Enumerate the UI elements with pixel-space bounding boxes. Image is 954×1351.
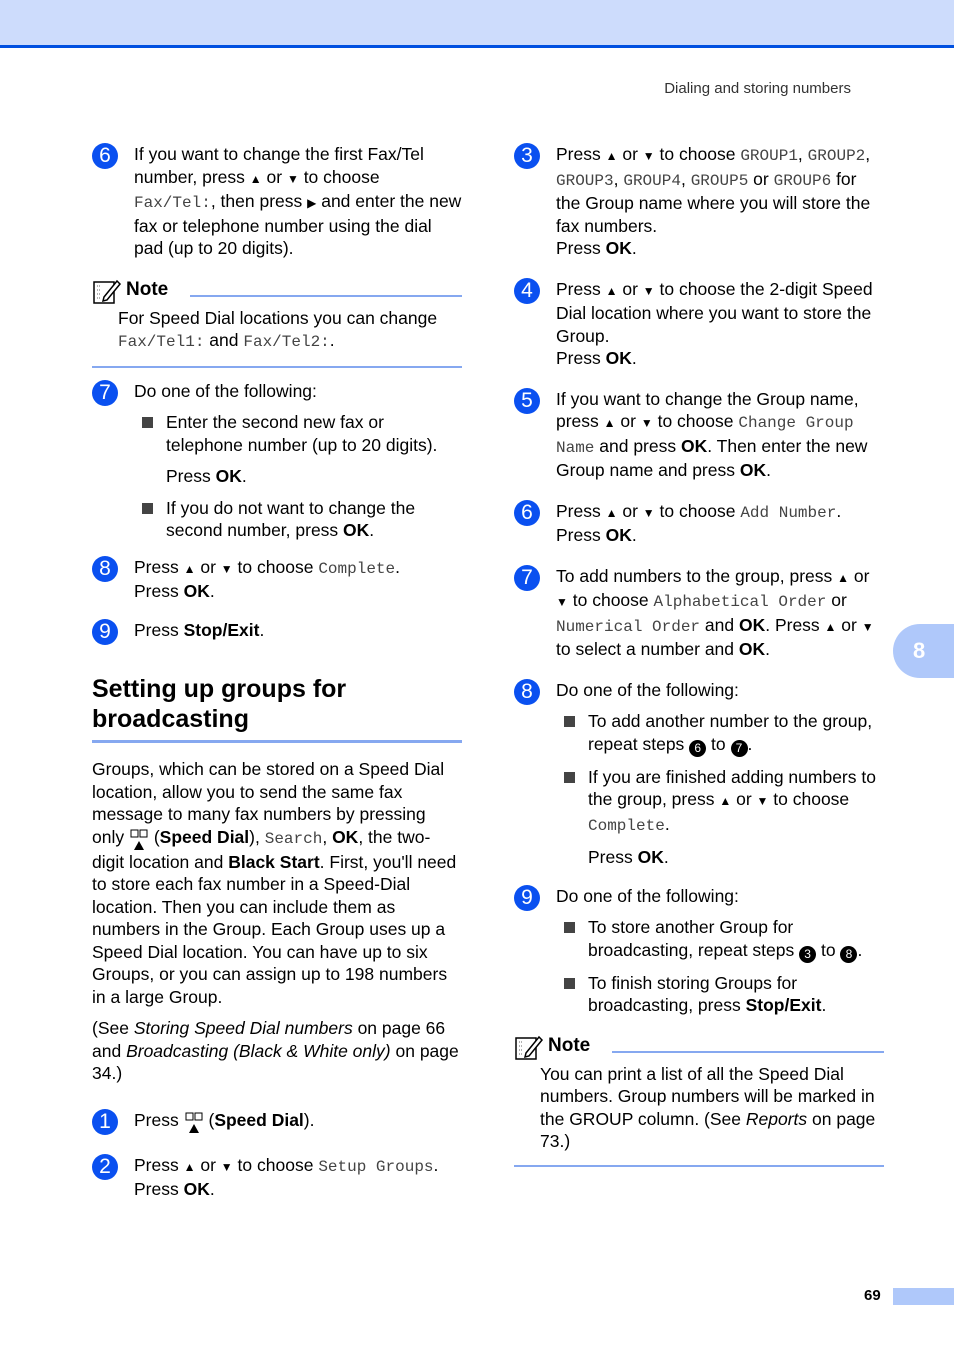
up-arrow-icon: ▲ <box>837 570 850 585</box>
step-number-badge: 9 <box>514 884 540 911</box>
cross-reference-link[interactable]: Storing Speed Dial numbers <box>134 1018 353 1038</box>
step-number-badge: 3 <box>514 143 540 169</box>
bullet-item: To add another number to the group, repe… <box>562 710 884 757</box>
step-number-badge: 8 <box>92 555 118 582</box>
down-arrow-icon: ▼ <box>642 505 655 520</box>
right-arrow-icon: ▶ <box>307 196 317 210</box>
left-column: 6 If you want to change the first Fax/Te… <box>92 143 462 1201</box>
step-9: 9 Do one of the following: <box>514 884 884 911</box>
intro-paragraph: Groups, which can be stored on a Speed D… <box>92 759 457 1007</box>
step-4: 4 Press ▲ or ▼ to choose the 2-digit Spe… <box>514 277 884 370</box>
down-arrow-icon: ▼ <box>220 1159 233 1174</box>
step-ref-badge: 3 <box>799 945 817 963</box>
down-arrow-icon: ▼ <box>640 416 653 430</box>
note-title: Note <box>126 279 169 301</box>
step-7: 7 To add numbers to the group, press ▲ o… <box>514 564 884 661</box>
step-9: 9 Press Stop/Exit. <box>92 618 462 645</box>
note-pencil-icon <box>93 279 122 304</box>
step-5: 5 If you want to change the Group name, … <box>514 387 884 482</box>
right-column: 3 Press ▲ or ▼ to choose GROUP1, GROUP2,… <box>514 143 884 1167</box>
note-rule <box>612 1050 884 1053</box>
step-number-badge: 2 <box>92 1153 118 1180</box>
cross-reference-link[interactable]: Reports <box>746 1109 807 1129</box>
step-number-badge: 4 <box>514 277 540 304</box>
step-1: 1 Press (Speed Dial). <box>92 1108 462 1135</box>
step-number-badge: 5 <box>514 387 540 414</box>
down-arrow-icon: ▼ <box>861 619 874 634</box>
note-pencil-icon <box>515 1035 544 1060</box>
note-title: Note <box>548 1035 591 1057</box>
note-box: Note You can print a list of all the Spe… <box>514 1033 884 1167</box>
bullet-item: To store another Group for broadcasting,… <box>562 916 884 963</box>
chapter-tab: 8 <box>893 624 954 678</box>
down-arrow-icon: ▼ <box>756 794 769 808</box>
down-arrow-icon: ▼ <box>642 149 655 163</box>
see-also-paragraph: (See Storing Speed Dial numbers on page … <box>92 1018 459 1083</box>
step-number-badge: 1 <box>92 1108 118 1135</box>
page-number: 69 <box>864 1287 881 1304</box>
step-7: 7 Do one of the following: <box>92 379 462 406</box>
bullet-item: Enter the second new fax or telephone nu… <box>140 411 462 456</box>
step-number-badge: 6 <box>514 499 540 526</box>
running-head: Dialing and storing numbers <box>664 80 851 97</box>
up-arrow-icon: ▲ <box>183 561 196 576</box>
step-2: 2 Press ▲ or ▼ to choose Setup Groups. Pr… <box>92 1153 462 1201</box>
step-3: 3 Press ▲ or ▼ to choose GROUP1, GROUP2,… <box>514 143 884 260</box>
down-arrow-icon: ▼ <box>286 171 299 186</box>
up-arrow-icon: ▲ <box>183 1159 196 1174</box>
up-arrow-icon: ▲ <box>719 794 732 808</box>
bullet-item: To finish storing Groups for broadcastin… <box>562 972 884 1017</box>
step-number-badge: 6 <box>92 143 118 169</box>
down-arrow-icon: ▼ <box>220 561 233 576</box>
up-arrow-icon: ▲ <box>249 171 262 186</box>
up-arrow-icon: ▲ <box>605 505 618 520</box>
section-title: Setting up groups for broadcasting <box>92 675 347 733</box>
speed-dial-icon <box>129 827 149 851</box>
note-rule-bottom <box>92 365 462 368</box>
section-rule <box>92 740 462 743</box>
step-ref-badge: 7 <box>730 739 748 757</box>
down-arrow-icon: ▼ <box>642 283 655 298</box>
step-8: 8 Press ▲ or ▼ to choose Complete. Press … <box>92 555 462 603</box>
step-number-badge: 8 <box>514 678 540 705</box>
step-number-badge: 7 <box>514 564 540 591</box>
step-ref-badge: 8 <box>840 945 858 963</box>
step-6: 6 Press ▲ or ▼ to choose Add Number. Pres… <box>514 499 884 547</box>
step-number-badge: 9 <box>92 618 118 645</box>
lcd-option: Fax/Tel: <box>134 194 211 212</box>
up-arrow-icon: ▲ <box>605 283 618 298</box>
up-arrow-icon: ▲ <box>603 416 616 430</box>
down-arrow-icon: ▼ <box>556 595 568 609</box>
step-8: 8 Do one of the following: <box>514 678 884 705</box>
cross-reference-link[interactable]: Broadcasting (Black & White only) <box>126 1041 391 1061</box>
up-arrow-icon: ▲ <box>824 619 837 634</box>
page-header-band <box>0 0 954 48</box>
up-arrow-icon: ▲ <box>605 149 618 163</box>
page-number-bar <box>893 1288 954 1305</box>
speed-dial-icon <box>184 1110 204 1134</box>
bullet-item: If you do not want to change the second … <box>140 497 462 542</box>
step-number-badge: 7 <box>92 379 118 406</box>
note-rule <box>190 294 462 297</box>
step-ref-badge: 6 <box>689 739 707 757</box>
step-6: 6 If you want to change the first Fax/Te… <box>92 143 462 260</box>
note-box: Note For Speed Dial locations you can ch… <box>92 277 462 368</box>
bullet-item: If you are finished adding numbers to th… <box>562 766 884 838</box>
note-rule-bottom <box>514 1164 884 1167</box>
